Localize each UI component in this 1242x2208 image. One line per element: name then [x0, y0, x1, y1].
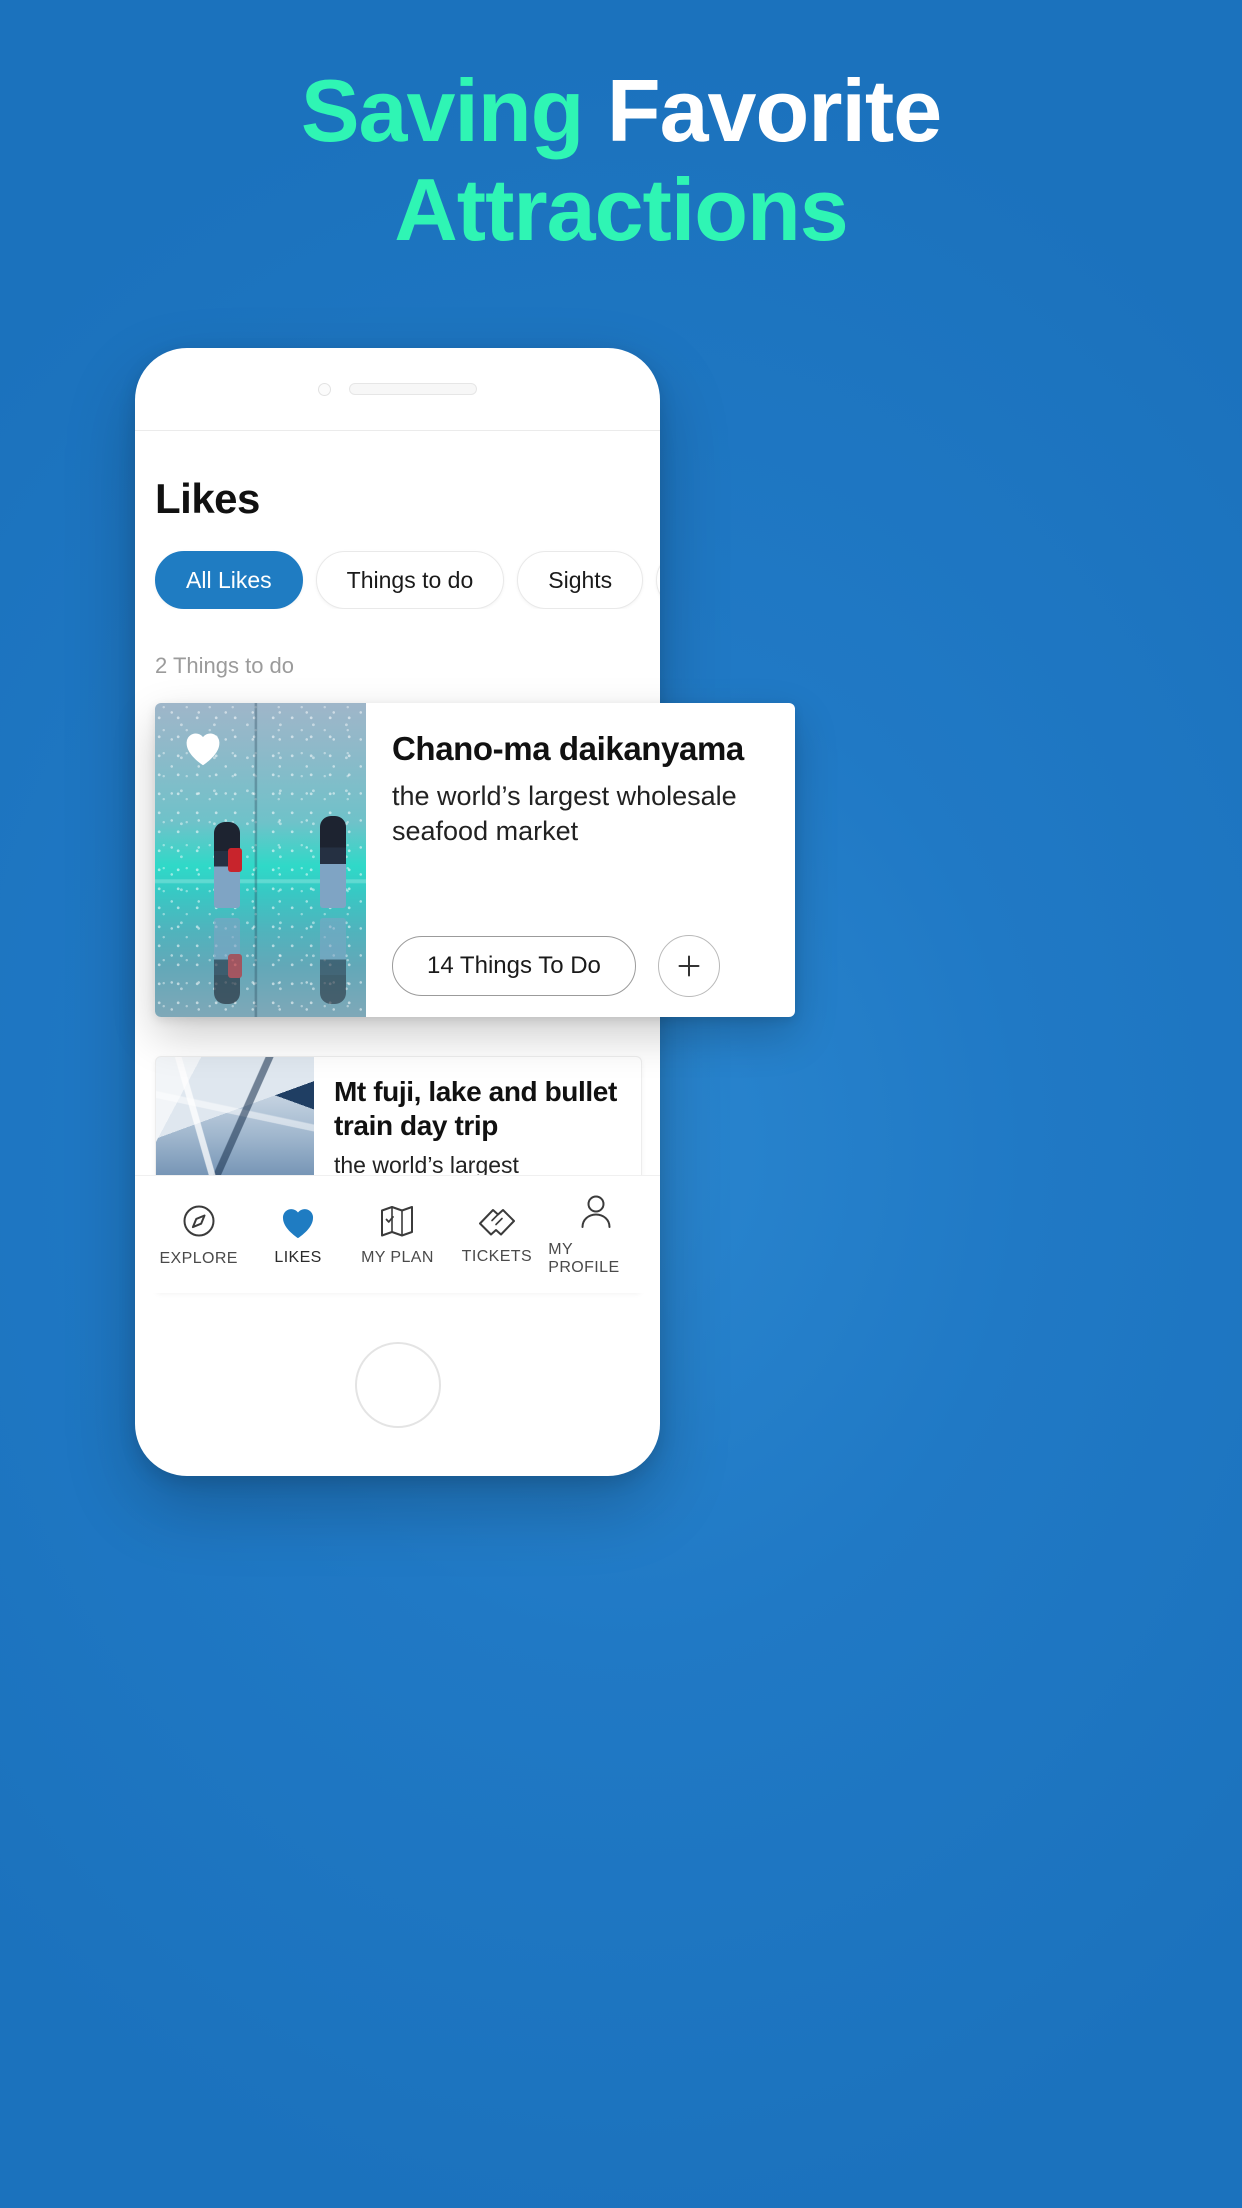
card-title: Mt fuji, lake and bullet train day trip	[334, 1076, 617, 1142]
front-camera-icon	[318, 382, 331, 396]
add-to-plan-button[interactable]	[657, 935, 720, 997]
phone-bottom-area	[135, 1293, 660, 1477]
card-actions: 14 Things To Do	[392, 935, 769, 997]
nav-label: MY PROFILE	[548, 1241, 620, 1276]
nav-item-tickets[interactable]: TICKETS	[449, 1203, 545, 1266]
headline-line-1: Saving Favorite	[0, 61, 1242, 161]
nav-item-my-profile[interactable]: MY PROFILE	[548, 1192, 644, 1277]
home-button[interactable]	[354, 1342, 441, 1428]
page-title: Likes	[155, 475, 260, 522]
nav-label: TICKETS	[461, 1248, 533, 1265]
earpiece-speaker	[349, 383, 477, 395]
headline-plain-word: Favorite	[606, 61, 942, 160]
bottom-navigation: EXPLORE LIKES MY PLAN TICKETS MY PROFILE	[135, 1175, 660, 1293]
compass-icon	[183, 1205, 215, 1237]
figure-person-second-reflection	[319, 918, 346, 1005]
app-screen: Likes All Likes Things to do Sights F 2 …	[135, 431, 795, 1293]
filter-chip-all-likes[interactable]: All Likes	[155, 551, 303, 609]
red-bag-reflection	[228, 954, 243, 979]
filter-chip-things-to-do[interactable]: Things to do	[315, 551, 505, 609]
page-headline: Saving Favorite Attractions	[0, 61, 1242, 259]
attraction-card-featured[interactable]: Chano-ma daikanyama the world’s largest …	[155, 703, 795, 1017]
phone-earpiece-area	[135, 348, 660, 430]
filter-chip-food[interactable]: F	[656, 551, 660, 609]
card-body: Chano-ma daikanyama the world’s largest …	[366, 703, 795, 1017]
figure-person-reflection	[214, 918, 243, 1005]
plus-icon	[678, 955, 700, 977]
things-to-do-button[interactable]: 14 Things To Do	[392, 936, 636, 996]
card-title: Chano-ma daikanyama	[392, 730, 744, 767]
nav-label: LIKES	[274, 1248, 322, 1266]
nav-label: EXPLORE	[159, 1250, 238, 1267]
card-description: the world’s largest wholesale seafood ma…	[392, 781, 737, 847]
headline-accent-word: Saving	[300, 61, 585, 160]
heart-icon[interactable]	[181, 727, 225, 767]
nav-item-likes[interactable]: LIKES	[250, 1203, 346, 1267]
nav-item-my-plan[interactable]: MY PLAN	[349, 1202, 445, 1267]
nav-item-explore[interactable]: EXPLORE	[151, 1201, 247, 1268]
heart-icon	[283, 1208, 314, 1238]
filter-chip-sights[interactable]: Sights	[517, 551, 644, 609]
phone-mockup: Likes All Likes Things to do Sights F 2 …	[135, 348, 795, 1477]
red-bag	[228, 848, 243, 873]
map-icon	[381, 1206, 414, 1237]
nav-label: MY PLAN	[361, 1249, 434, 1266]
person-icon	[581, 1195, 611, 1228]
figure-person-second	[319, 816, 346, 909]
section-count-label: 2 Things to do	[155, 653, 295, 678]
filter-chip-row[interactable]: All Likes Things to do Sights F	[135, 523, 660, 609]
ticket-icon	[478, 1209, 515, 1236]
figure-person	[214, 822, 243, 909]
headline-line-2: Attractions	[394, 159, 849, 259]
attraction-thumbnail	[155, 703, 366, 1017]
